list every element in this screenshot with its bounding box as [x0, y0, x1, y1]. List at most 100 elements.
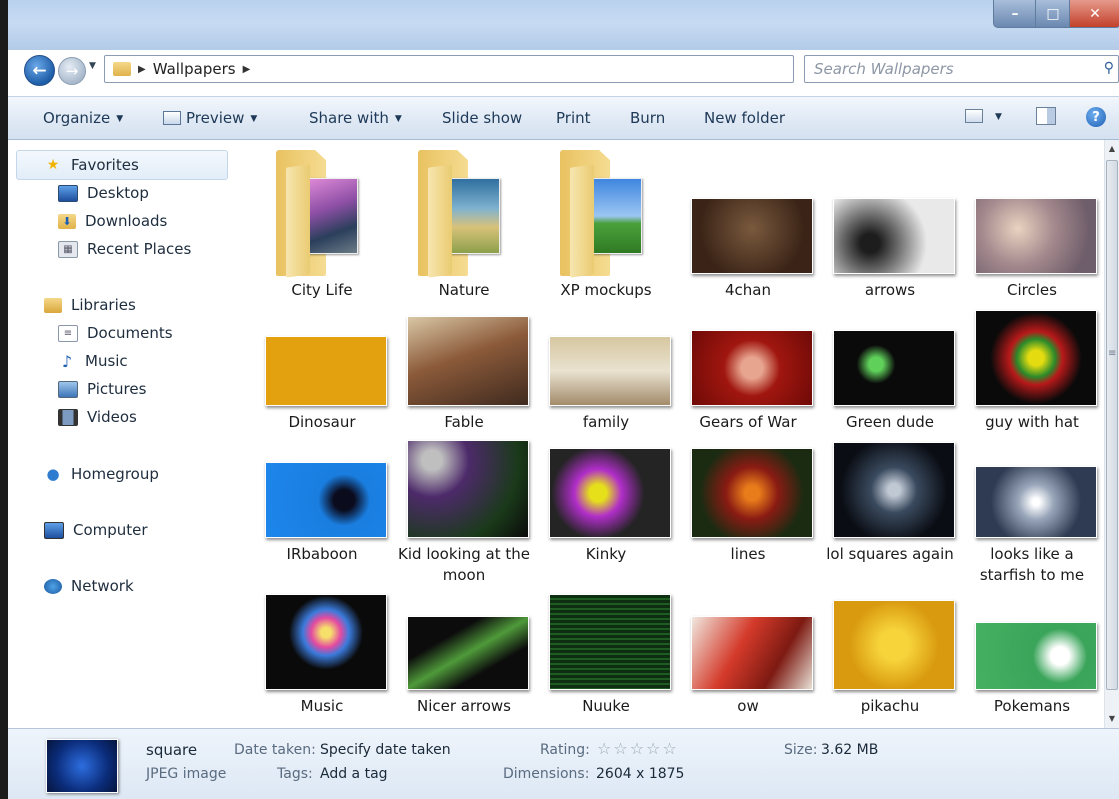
sidebar-item-label: Favorites	[71, 156, 139, 174]
sidebar-item-videos[interactable]: Videos	[58, 408, 137, 426]
thumbnail-image	[265, 336, 387, 406]
star-icon: ★	[46, 157, 60, 173]
dimensions-label: Dimensions:	[503, 766, 590, 782]
thumbnail-image	[549, 448, 671, 538]
date-taken-field[interactable]: Specify date taken	[320, 742, 451, 758]
sidebar-item-label: Pictures	[87, 380, 147, 398]
rating-label: Rating:	[540, 742, 590, 758]
thumbnail-image	[265, 594, 387, 690]
thumbnail-image	[549, 594, 671, 690]
search-icon[interactable]: ⚲	[1104, 60, 1114, 76]
homegroup-icon: ●	[46, 465, 60, 483]
scroll-up-icon[interactable]: ▲	[1105, 142, 1119, 156]
chevron-down-icon: ▼	[250, 114, 258, 124]
rating-stars[interactable]: ☆☆☆☆☆	[597, 739, 679, 758]
help-icon[interactable]: ?	[1086, 107, 1106, 127]
file-list: City Life Nature XP mockups 4chan arrows	[230, 140, 1104, 728]
thumbnail-image	[833, 600, 955, 690]
sidebar-item-desktop[interactable]: Desktop	[58, 184, 149, 202]
print-button[interactable]: Print	[556, 109, 591, 127]
address-bar[interactable]: ▶ Wallpapers ▶ ▼ ⇄	[104, 55, 883, 83]
folder-icon	[276, 150, 362, 278]
maximize-button[interactable]: □	[1035, 0, 1071, 28]
thumbnail-image	[975, 198, 1097, 274]
breadcrumb-separator-icon[interactable]: ▶	[138, 64, 146, 75]
chevron-down-icon: ▼	[394, 114, 402, 124]
scroll-down-icon[interactable]: ▼	[1105, 712, 1119, 726]
title-bar: – □ ✕	[8, 0, 1119, 50]
sidebar-item-network[interactable]: Network	[44, 577, 134, 595]
recent-pages-dropdown[interactable]: ▼	[89, 61, 96, 71]
forward-button[interactable]: →	[58, 57, 86, 85]
size-label: Size:	[784, 742, 818, 758]
search-input[interactable]: Search Wallpapers ⚲	[804, 55, 1119, 83]
thumbnail-image	[407, 440, 529, 538]
sidebar-item-recent-places[interactable]: ▦ Recent Places	[58, 240, 191, 258]
thumbnail-image	[975, 466, 1097, 538]
back-button[interactable]: ←	[24, 55, 55, 86]
thumbnail-image	[975, 310, 1097, 406]
navigation-pane: ★ Favorites Desktop ⬇ Downloads ▦ Recent Pl…	[8, 140, 231, 728]
change-view-icon[interactable]	[965, 109, 983, 123]
sidebar-item-label: Computer	[73, 521, 148, 539]
desktop-icon	[58, 184, 78, 202]
organize-label: Organize	[43, 109, 111, 127]
sidebar-item-label: Libraries	[71, 296, 136, 314]
tags-field[interactable]: Add a tag	[320, 766, 388, 782]
music-note-icon: ♪	[61, 351, 73, 371]
share-with-button[interactable]: Share with ▼	[309, 109, 402, 127]
thumbnail-image	[833, 442, 955, 538]
tile-label: Music	[300, 697, 344, 715]
share-with-label: Share with	[309, 109, 389, 127]
sidebar-item-label: Downloads	[85, 212, 168, 230]
sidebar-item-music[interactable]: ♪ Music	[58, 351, 128, 371]
sidebar-item-label: Recent Places	[87, 240, 192, 258]
chevron-down-icon[interactable]: ▼	[995, 112, 1002, 122]
search-placeholder: Search Wallpapers	[814, 60, 954, 78]
new-folder-button[interactable]: New folder	[704, 109, 785, 127]
thumbnail-image	[833, 330, 955, 406]
minimize-button[interactable]: –	[993, 0, 1037, 28]
sidebar-item-documents[interactable]: ≡ Documents	[58, 324, 173, 342]
details-pane: square JPEG image Date taken: Specify da…	[8, 728, 1119, 799]
preview-button[interactable]: Preview ▼	[163, 109, 257, 127]
sidebar-item-favorites[interactable]: ★ Favorites	[44, 156, 139, 174]
sidebar-item-pictures[interactable]: Pictures	[58, 380, 146, 398]
downloads-icon: ⬇	[58, 213, 76, 229]
tile-label: Nuuke	[582, 697, 630, 715]
vertical-scrollbar[interactable]: ▲ ≡ ▼	[1104, 140, 1119, 728]
libraries-icon	[44, 297, 62, 313]
thumbnail-image	[407, 616, 529, 690]
sidebar-item-homegroup[interactable]: ● Homegroup	[44, 465, 158, 483]
organize-button[interactable]: Organize ▼	[43, 109, 123, 127]
sidebar-item-label: Music	[85, 352, 128, 370]
videos-icon	[58, 408, 78, 426]
folder-icon	[418, 150, 504, 278]
file-name: square	[146, 741, 198, 759]
scrollbar-thumb[interactable]	[1106, 160, 1118, 690]
folder-icon	[113, 62, 131, 76]
navigation-bar: ← → ▼ ▶ Wallpapers ▶ ▼ ⇄ Search Wallpape…	[8, 52, 1119, 86]
thumbnail-image	[691, 448, 813, 538]
breadcrumb-separator-icon[interactable]: ▶	[243, 64, 251, 75]
breadcrumb-item[interactable]: Wallpapers	[153, 60, 236, 78]
sidebar-item-label: Videos	[87, 408, 137, 426]
thumbnail-image	[975, 622, 1097, 690]
tile-label: ow	[737, 697, 759, 715]
preview-pane-icon[interactable]	[1036, 107, 1056, 125]
thumbnail-image	[833, 198, 955, 274]
sidebar-item-libraries[interactable]: Libraries	[44, 296, 136, 314]
sidebar-item-label: Network	[71, 577, 134, 595]
slide-show-button[interactable]: Slide show	[442, 109, 522, 127]
selected-file-thumbnail	[46, 739, 118, 793]
size-value: 3.62 MB	[821, 742, 879, 758]
burn-button[interactable]: Burn	[630, 109, 665, 127]
close-button[interactable]: ✕	[1069, 0, 1119, 28]
computer-icon	[44, 521, 64, 539]
documents-icon: ≡	[58, 324, 78, 342]
sidebar-item-downloads[interactable]: ⬇ Downloads	[58, 212, 167, 230]
sidebar-item-computer[interactable]: Computer	[44, 521, 148, 539]
tile-label: Nicer arrows	[417, 697, 511, 715]
pictures-icon	[58, 380, 78, 398]
command-bar: Organize ▼ Preview ▼ Share with ▼ Slide sho…	[8, 96, 1119, 140]
